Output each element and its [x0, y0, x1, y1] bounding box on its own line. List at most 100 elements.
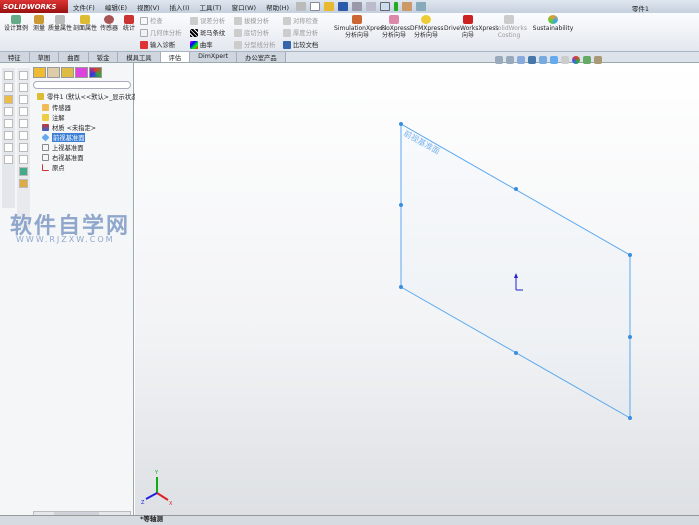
tab-evaluate[interactable]: 评估	[160, 52, 191, 62]
view-icon[interactable]	[19, 155, 28, 164]
tool-icon[interactable]	[4, 107, 13, 116]
tab-sketch[interactable]: 草图	[29, 52, 60, 62]
view-icon[interactable]	[19, 119, 28, 128]
document-title: 零件1	[631, 5, 649, 13]
costing-button[interactable]: SolidWorks Costing	[494, 13, 527, 39]
tab-office-products[interactable]: 办公室产品	[237, 52, 286, 62]
tool-icon[interactable]	[4, 95, 13, 104]
property-manager-tab-icon[interactable]	[47, 67, 60, 78]
solidworks-logo[interactable]: SOLIDWORKS	[0, 0, 68, 13]
statistics-button[interactable]: 统计	[121, 13, 137, 32]
plane-handle[interactable]	[399, 285, 403, 289]
front-plane[interactable]: 前视基准面	[399, 122, 632, 420]
menu-tools[interactable]: 工具(T)	[195, 2, 227, 12]
parting-line-analysis-button[interactable]: 分型线分析	[234, 40, 275, 49]
tree-item-material[interactable]: 材质 <未指定>	[42, 123, 96, 132]
feature-manager-tab-icon[interactable]	[33, 67, 46, 78]
compare-documents-button[interactable]: 比较文档	[283, 40, 318, 49]
draft-analysis-icon	[234, 16, 242, 25]
menu-window[interactable]: 窗口(W)	[227, 2, 262, 12]
plane-handle[interactable]	[399, 203, 403, 207]
floxpress-button[interactable]: FloXpress 分析向导	[381, 13, 410, 39]
plane-handle[interactable]	[628, 335, 632, 339]
curvature-button[interactable]: 曲率	[190, 40, 213, 49]
triad-x-label: X	[169, 501, 173, 507]
menu-insert[interactable]: 插入(I)	[165, 2, 195, 12]
plane-handle[interactable]	[628, 253, 632, 257]
tree-item-annotations[interactable]: 注解	[42, 113, 65, 122]
view-icon[interactable]	[19, 131, 28, 140]
view-icon[interactable]	[19, 83, 28, 92]
configuration-manager-tab-icon[interactable]	[61, 67, 74, 78]
parting-line-analysis-icon	[234, 40, 242, 49]
driveworksxpress-icon	[463, 15, 473, 24]
tree-filter-input[interactable]	[33, 81, 131, 89]
import-diagnostics-button[interactable]: 输入诊断	[140, 40, 175, 49]
simulationxpress-button[interactable]: SimulationXpress 分析向导	[334, 13, 386, 39]
mass-properties-button[interactable]: 质量属性	[48, 13, 72, 32]
tree-item-sensors[interactable]: 传感器	[42, 103, 71, 112]
draft-analysis-button[interactable]: 拔模分析	[234, 16, 269, 25]
tab-surfaces[interactable]: 曲面	[59, 52, 89, 62]
design-study-button[interactable]: 设计算例	[4, 13, 28, 32]
pin-icon[interactable]	[296, 2, 307, 11]
symmetry-check-button[interactable]: 对称检查	[283, 16, 318, 25]
menu-file[interactable]: 文件(F)	[68, 2, 100, 12]
graphics-viewport[interactable]: 前视基准面 Y X Z	[135, 56, 699, 515]
tree-item-front-plane[interactable]: 前视基准面	[41, 133, 86, 142]
rebuild-icon[interactable]	[394, 2, 399, 11]
view-icon[interactable]	[19, 95, 28, 104]
plane-handle[interactable]	[399, 122, 403, 126]
tree-item-origin[interactable]: 原点	[42, 163, 65, 172]
tool-icon[interactable]	[4, 143, 13, 152]
plane-handle[interactable]	[628, 416, 632, 420]
thickness-analysis-button[interactable]: 厚度分析	[283, 28, 318, 37]
view-icon[interactable]	[19, 179, 28, 188]
screen-icon[interactable]	[416, 2, 427, 11]
tool-icon[interactable]	[4, 71, 13, 80]
check-button[interactable]: 检查	[140, 16, 163, 25]
tool-icon[interactable]	[4, 83, 13, 92]
tree-item-right-plane[interactable]: 右视基准面	[42, 153, 83, 162]
section-properties-button[interactable]: 剖面属性	[73, 13, 97, 32]
view-icon[interactable]	[19, 71, 28, 80]
dfmxpress-button[interactable]: DFMXpress 分析向导	[410, 13, 443, 39]
tool-icon[interactable]	[4, 155, 13, 164]
tree-item-top-plane[interactable]: 上视基准面	[42, 143, 83, 152]
menu-edit[interactable]: 编辑(E)	[100, 2, 132, 12]
tab-dimxpert[interactable]: DimXpert	[190, 52, 238, 62]
new-document-icon[interactable]	[310, 2, 321, 11]
options-icon[interactable]	[402, 2, 413, 11]
tab-sheet-metal[interactable]: 钣金	[88, 52, 119, 62]
open-icon[interactable]	[324, 2, 335, 11]
tree-root-part[interactable]: 零件1 (默认<<默认>_显示状态	[37, 92, 137, 101]
plane-handle[interactable]	[514, 351, 518, 355]
select-icon[interactable]	[380, 2, 391, 11]
view-icon[interactable]	[19, 167, 28, 176]
undercut-analysis-button[interactable]: 底切分析	[234, 28, 269, 37]
plane-icon	[42, 144, 49, 151]
symmetry-check-icon	[283, 16, 291, 25]
view-icon[interactable]	[19, 143, 28, 152]
tool-icon[interactable]	[4, 119, 13, 128]
measure-button[interactable]: 测量	[30, 13, 48, 32]
sensor-button[interactable]: 传感器	[97, 13, 121, 32]
display-manager-tab-icon[interactable]	[89, 67, 102, 78]
plane-handle[interactable]	[514, 187, 518, 191]
menu-help[interactable]: 帮助(H)	[261, 2, 294, 12]
geometry-analysis-button[interactable]: 几何体分析	[140, 28, 181, 37]
tab-features[interactable]: 特征	[0, 52, 30, 62]
sustainability-button[interactable]: Sustainability	[532, 13, 574, 32]
menu-view[interactable]: 视图(V)	[132, 2, 165, 12]
tool-icon[interactable]	[4, 131, 13, 140]
view-icon[interactable]	[19, 107, 28, 116]
driveworksxpress-button[interactable]: DriveWorksXpress 向导	[444, 13, 499, 39]
deviation-analysis-button[interactable]: 误差分析	[190, 16, 225, 25]
undo-icon[interactable]	[366, 2, 377, 11]
sustainability-icon	[548, 15, 558, 24]
zebra-stripes-button[interactable]: 斑马条纹	[190, 28, 225, 37]
print-icon[interactable]	[352, 2, 363, 11]
tab-mold-tools[interactable]: 模具工具	[118, 52, 161, 62]
save-icon[interactable]	[338, 2, 349, 11]
dimxpert-manager-tab-icon[interactable]	[75, 67, 88, 78]
